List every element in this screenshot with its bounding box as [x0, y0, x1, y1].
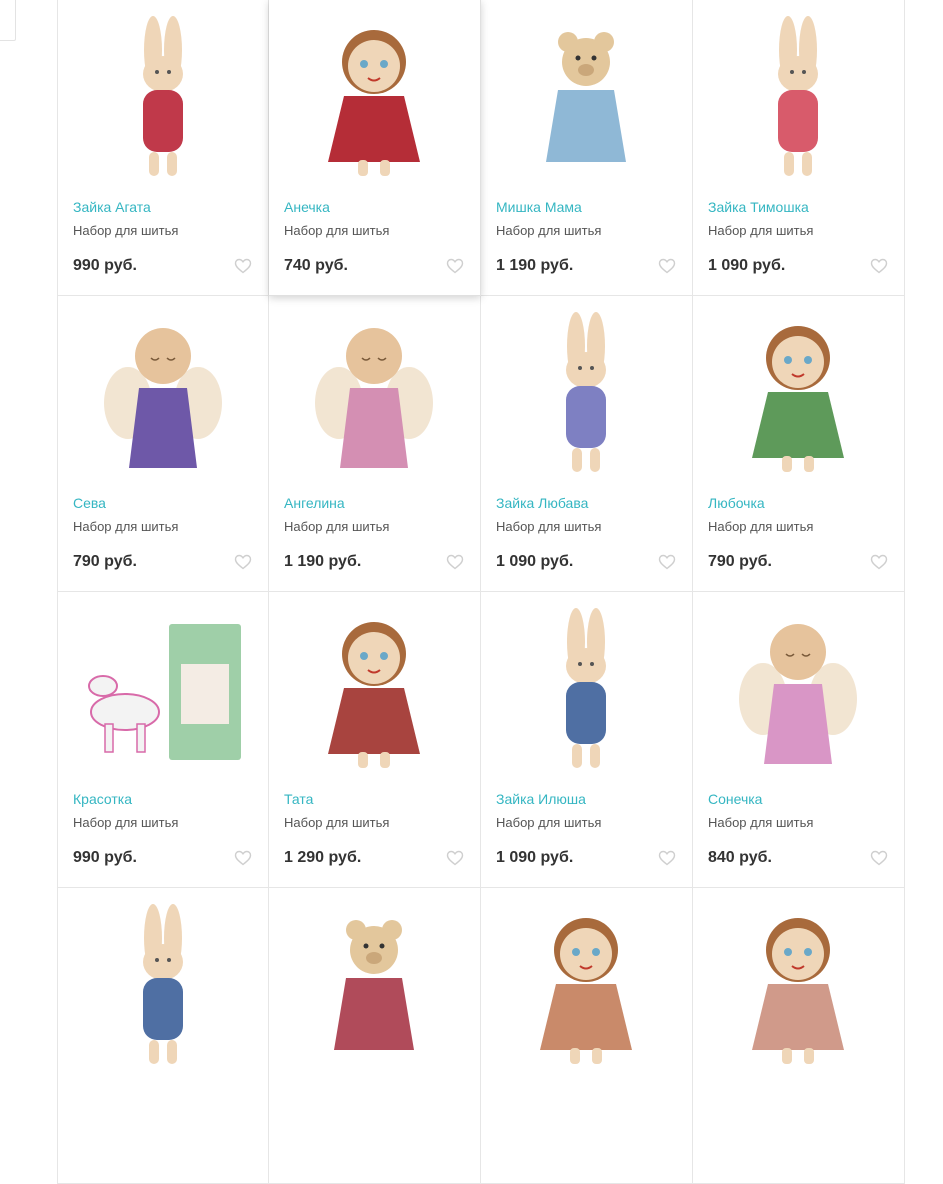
product-card[interactable]: [693, 888, 905, 1184]
girl-doll-icon[interactable]: [708, 900, 888, 1072]
bunny-doll-icon[interactable]: [73, 900, 253, 1072]
product-title-link[interactable]: Любочка: [708, 495, 765, 511]
product-price: 740 руб.: [284, 257, 348, 274]
product-card[interactable]: Анечка Набор для шитья 740 руб.: [269, 0, 481, 296]
bunny-doll-icon[interactable]: [496, 308, 676, 480]
product-card[interactable]: Зайка Илюша Набор для шитья 1 090 руб.: [481, 592, 693, 888]
product-subtitle: Набор для шитья: [73, 223, 179, 238]
heart-outline-icon[interactable]: [234, 258, 252, 274]
bunny-doll-icon[interactable]: [496, 604, 676, 776]
side-panel-tab[interactable]: [0, 0, 16, 41]
product-subtitle: Набор для шитья: [496, 815, 602, 830]
heart-outline-icon[interactable]: [446, 258, 464, 274]
product-subtitle: Набор для шитья: [496, 519, 602, 534]
product-price: 990 руб.: [73, 257, 137, 274]
product-title-link[interactable]: Зайка Агата: [73, 199, 151, 215]
product-title-link[interactable]: Мишка Мама: [496, 199, 582, 215]
product-price: 840 руб.: [708, 849, 772, 866]
angel-doll-icon[interactable]: [73, 308, 253, 480]
angel-doll-icon[interactable]: [708, 604, 888, 776]
product-card[interactable]: Зайка Тимошка Набор для шитья 1 090 руб.: [693, 0, 905, 296]
product-card[interactable]: Зайка Агата Набор для шитья 990 руб.: [57, 0, 269, 296]
product-title-link[interactable]: Зайка Тимошка: [708, 199, 809, 215]
heart-outline-icon[interactable]: [658, 258, 676, 274]
angel-doll-icon[interactable]: [284, 308, 464, 480]
heart-outline-icon[interactable]: [658, 554, 676, 570]
product-price: 790 руб.: [708, 553, 772, 570]
product-card[interactable]: [269, 888, 481, 1184]
heart-outline-icon[interactable]: [234, 554, 252, 570]
bunny-doll-icon[interactable]: [73, 12, 253, 184]
product-title-link[interactable]: Зайка Илюша: [496, 791, 586, 807]
product-title-link[interactable]: Анечка: [284, 199, 330, 215]
product-subtitle: Набор для шитья: [496, 223, 602, 238]
product-price: 1 090 руб.: [708, 257, 786, 274]
product-card[interactable]: Любочка Набор для шитья 790 руб.: [693, 296, 905, 592]
product-card[interactable]: [57, 888, 269, 1184]
product-title-link[interactable]: Зайка Любава: [496, 495, 588, 511]
product-title-link[interactable]: Сонечка: [708, 791, 762, 807]
product-card[interactable]: [481, 888, 693, 1184]
product-subtitle: Набор для шитья: [284, 815, 390, 830]
product-subtitle: Набор для шитья: [284, 519, 390, 534]
product-card[interactable]: Сева Набор для шитья 790 руб.: [57, 296, 269, 592]
heart-outline-icon[interactable]: [446, 554, 464, 570]
product-card[interactable]: Красотка Набор для шитья 990 руб.: [57, 592, 269, 888]
product-subtitle: Набор для шитья: [708, 519, 814, 534]
product-card[interactable]: Зайка Любава Набор для шитья 1 090 руб.: [481, 296, 693, 592]
product-subtitle: Набор для шитья: [708, 223, 814, 238]
product-price: 1 190 руб.: [284, 553, 362, 570]
heart-outline-icon[interactable]: [446, 850, 464, 866]
girl-doll-icon[interactable]: [496, 900, 676, 1072]
product-card[interactable]: Сонечка Набор для шитья 840 руб.: [693, 592, 905, 888]
bear-doll-icon[interactable]: [496, 12, 676, 184]
girl-doll-icon[interactable]: [708, 308, 888, 480]
product-subtitle: Набор для шитья: [708, 815, 814, 830]
product-title-link[interactable]: Сева: [73, 495, 106, 511]
product-title-link[interactable]: Ангелина: [284, 495, 345, 511]
product-subtitle: Набор для шитья: [284, 223, 390, 238]
product-price: 790 руб.: [73, 553, 137, 570]
girl-doll-icon[interactable]: [284, 12, 464, 184]
product-subtitle: Набор для шитья: [73, 519, 179, 534]
product-price: 990 руб.: [73, 849, 137, 866]
product-card[interactable]: Ангелина Набор для шитья 1 190 руб.: [269, 296, 481, 592]
product-price: 1 190 руб.: [496, 257, 574, 274]
heart-outline-icon[interactable]: [870, 258, 888, 274]
product-title-link[interactable]: Тата: [284, 791, 313, 807]
heart-outline-icon[interactable]: [870, 850, 888, 866]
product-price: 1 090 руб.: [496, 849, 574, 866]
heart-outline-icon[interactable]: [658, 850, 676, 866]
product-card[interactable]: Тата Набор для шитья 1 290 руб.: [269, 592, 481, 888]
product-price: 1 090 руб.: [496, 553, 574, 570]
bunny-doll-icon[interactable]: [708, 12, 888, 184]
bear-doll-icon[interactable]: [284, 900, 464, 1072]
product-subtitle: Набор для шитья: [73, 815, 179, 830]
horse-kit-icon[interactable]: [73, 604, 253, 776]
heart-outline-icon[interactable]: [870, 554, 888, 570]
product-card[interactable]: Мишка Мама Набор для шитья 1 190 руб.: [481, 0, 693, 296]
product-grid: Зайка Агата Набор для шитья 990 руб. Анечка…: [57, 0, 905, 1184]
product-price: 1 290 руб.: [284, 849, 362, 866]
girl-doll-icon[interactable]: [284, 604, 464, 776]
product-title-link[interactable]: Красотка: [73, 791, 132, 807]
heart-outline-icon[interactable]: [234, 850, 252, 866]
